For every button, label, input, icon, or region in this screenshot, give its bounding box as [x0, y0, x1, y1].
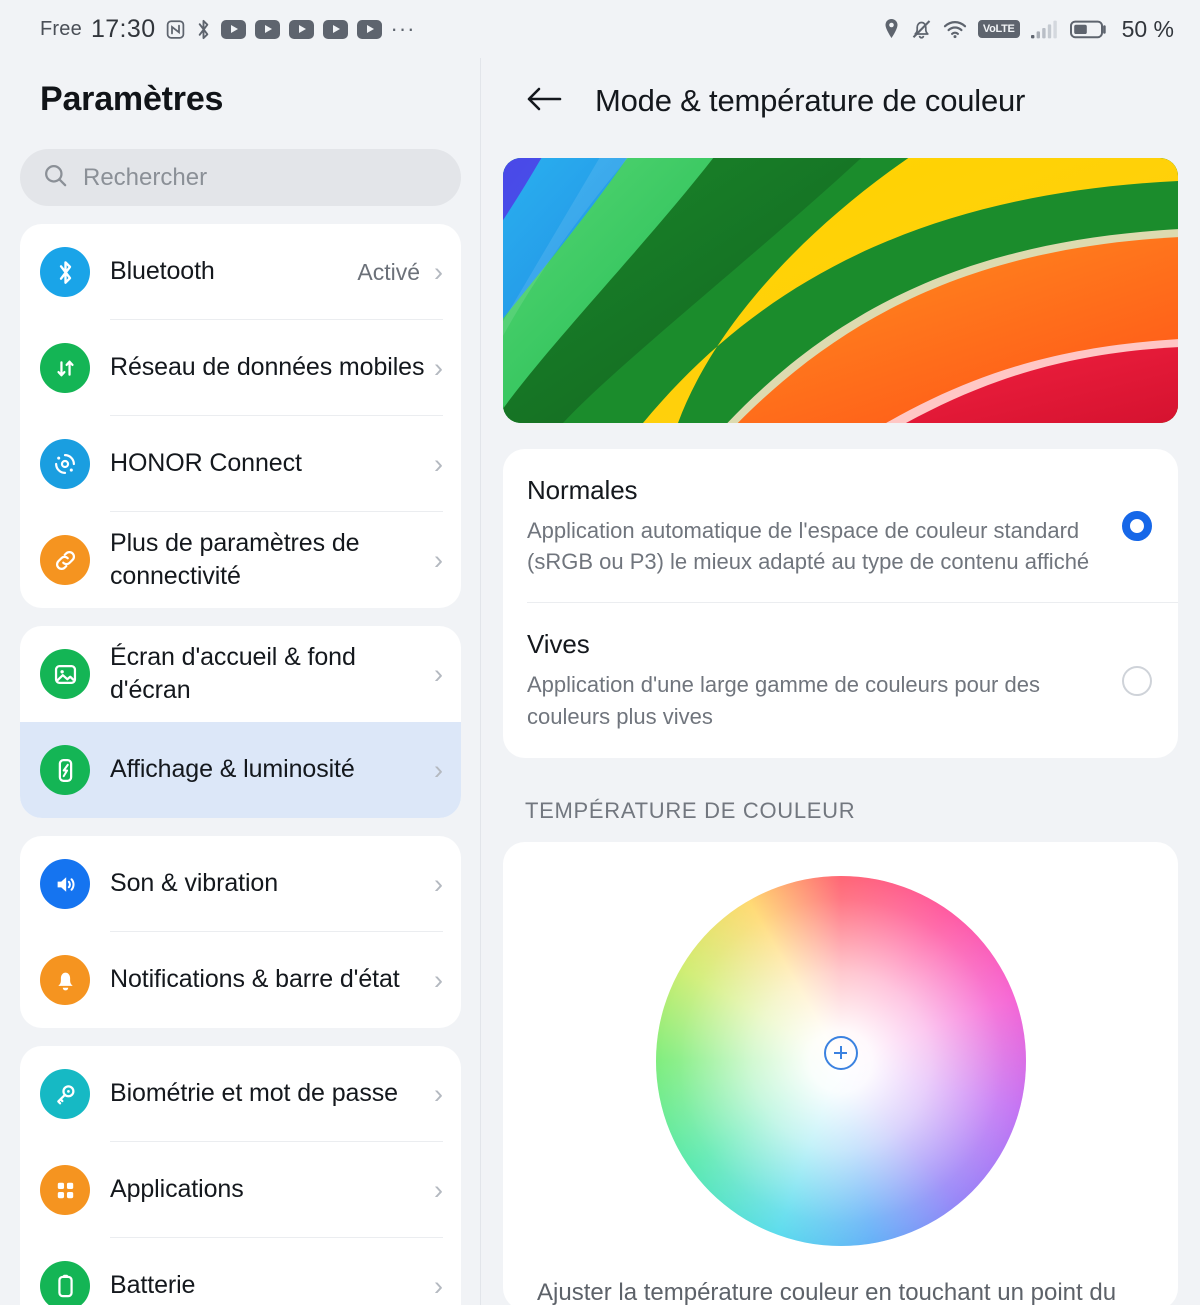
data-transfer-icon [40, 343, 90, 393]
bell-muted-icon [911, 18, 932, 40]
play-badge [356, 19, 382, 39]
sidebar-item-label: Notifications & barre d'état [110, 965, 400, 994]
status-bar-right: VoLTE 50 % [883, 16, 1174, 43]
sidebar-item-label: HONOR Connect [110, 449, 302, 478]
sidebar-item-label: Réseau de données mobiles [110, 353, 425, 382]
chevron-right-icon: › [434, 868, 443, 899]
page-title: Paramètres [40, 80, 224, 118]
chevron-right-icon: › [434, 352, 443, 383]
option-text: Vives Application d'une large gamme de c… [527, 629, 1122, 731]
location-pin-icon [883, 18, 900, 40]
clock: 17:30 [90, 14, 156, 43]
plus-crosshair-icon[interactable] [823, 1035, 858, 1070]
arrow-left-icon [524, 84, 564, 119]
apps-grid-icon [40, 1165, 90, 1215]
chevron-right-icon: › [434, 1174, 443, 1205]
sidebar-group-connectivity: Bluetooth Activé › Réseau de données mob… [20, 224, 461, 608]
sidebar-item-label: Plus de paramètres de connectivité [110, 528, 360, 590]
sidebar-item-more-connectivity[interactable]: Plus de paramètres de connectivité › [20, 512, 461, 608]
sidebar-item-display-brightness[interactable]: Affichage & luminosité › [20, 722, 461, 818]
rainbow-gradient-banner-art [503, 158, 1178, 423]
option-text: Normales Application automatique de l'es… [527, 475, 1122, 577]
chevron-right-icon: › [434, 1270, 443, 1301]
color-mode-options: Normales Application automatique de l'es… [503, 449, 1178, 758]
sidebar-item-applications[interactable]: Applications › [20, 1142, 461, 1238]
link-icon [40, 535, 90, 585]
sidebar-group-sound: Son & vibration › Notifications & barre … [20, 836, 461, 1028]
status-bar-left: Free 17:30 ··· [40, 15, 415, 44]
key-icon [40, 1069, 90, 1119]
sidebar-group-display: Écran d'accueil & fond d'écran › Afficha… [20, 626, 461, 818]
option-title: Vives [527, 629, 590, 660]
settings-sidebar: Paramètres Rechercher Bluetooth Activé › [0, 58, 481, 1305]
sidebar-item-label: Batterie [110, 1271, 196, 1300]
sidebar-item-battery[interactable]: Batterie › [20, 1238, 461, 1305]
section-header-temperature: TEMPÉRATURE DE COULEUR [525, 797, 856, 823]
chevron-right-icon: › [434, 256, 443, 287]
option-title: Normales [527, 475, 638, 505]
sidebar-item-label: Son & vibration [110, 869, 279, 898]
search-icon [42, 162, 69, 194]
color-mode-option-vivid[interactable]: Vives Application d'une large gamme de c… [503, 603, 1178, 757]
sidebar-item-mobile-data[interactable]: Réseau de données mobiles › [20, 320, 461, 416]
bluetooth-icon [195, 18, 212, 41]
back-button[interactable] [523, 80, 565, 122]
play-badge [288, 19, 314, 39]
play-badge [322, 19, 348, 39]
carrier-label: Free [40, 17, 82, 40]
chevron-right-icon: › [434, 658, 443, 689]
play-badge [254, 19, 280, 39]
detail-pane: Mode & température de couleur Normales A… [481, 58, 1200, 1305]
phone-screen: Free 17:30 ··· VoLTE 50 % Paramètres Rec… [0, 0, 1200, 1305]
chevron-right-icon: › [434, 544, 443, 575]
bell-icon [40, 955, 90, 1005]
chevron-right-icon: › [434, 964, 443, 995]
sidebar-item-label: Écran d'accueil & fond d'écran [110, 642, 356, 704]
status-overflow-icon: ··· [390, 16, 416, 41]
search-input[interactable]: Rechercher [20, 149, 461, 206]
color-mode-option-normal[interactable]: Normales Application automatique de l'es… [503, 449, 1178, 604]
sidebar-item-home-screen-wallpaper[interactable]: Écran d'accueil & fond d'écran › [20, 626, 461, 722]
radio-button-vivid[interactable] [1122, 665, 1152, 696]
chevron-right-icon: › [434, 1078, 443, 1109]
battery-percent-label: 50 % [1121, 15, 1174, 42]
detail-title: Mode & température de couleur [595, 83, 1026, 118]
wifi-icon [943, 19, 967, 39]
sidebar-item-label: Applications [110, 1175, 244, 1204]
sidebar-item-honor-connect[interactable]: HONOR Connect › [20, 416, 461, 512]
search-placeholder: Rechercher [83, 163, 208, 191]
sidebar-item-sound-vibration[interactable]: Son & vibration › [20, 836, 461, 932]
rainbow-gradient-banner [503, 158, 1178, 423]
volte-badge: VoLTE [977, 20, 1020, 38]
battery-icon [1069, 19, 1108, 40]
status-bar: Free 17:30 ··· VoLTE 50 % [0, 0, 1200, 58]
chevron-right-icon: › [434, 754, 443, 785]
bluetooth-icon [40, 247, 90, 297]
play-badge [220, 19, 246, 39]
sidebar-item-label: Biométrie et mot de passe [110, 1079, 398, 1108]
sidebar-item-notifications-statusbar[interactable]: Notifications & barre d'état › [20, 932, 461, 1028]
battery-icon [40, 1261, 90, 1305]
color-wheel-note: Ajuster la température couleur en toucha… [537, 1278, 1117, 1305]
color-wheel-wrap [503, 875, 1178, 1246]
option-description: Application automatique de l'espace de c… [527, 518, 1090, 575]
chevron-right-icon: › [434, 448, 443, 479]
nfc-icon [165, 19, 186, 40]
sidebar-item-label: Affichage & luminosité [110, 755, 355, 784]
sidebar-item-value: Activé [357, 258, 420, 285]
sidebar-item-biometrics-password[interactable]: Biométrie et mot de passe › [20, 1046, 461, 1142]
brightness-icon [40, 745, 90, 795]
color-temperature-card: Ajuster la température couleur en toucha… [503, 841, 1178, 1305]
signal-bars-icon [1030, 19, 1059, 39]
honor-connect-icon [40, 439, 90, 489]
sidebar-item-bluetooth[interactable]: Bluetooth Activé › [20, 224, 461, 320]
sidebar-group-security: Biométrie et mot de passe › Applications… [20, 1046, 461, 1305]
color-wheel[interactable] [655, 875, 1026, 1246]
option-description: Application d'une large gamme de couleur… [527, 672, 1040, 729]
radio-button-normal[interactable] [1122, 511, 1152, 542]
wallpaper-icon [40, 649, 90, 699]
detail-header: Mode & température de couleur [481, 58, 1200, 122]
speaker-icon [40, 859, 90, 909]
sidebar-item-label: Bluetooth [110, 257, 215, 286]
